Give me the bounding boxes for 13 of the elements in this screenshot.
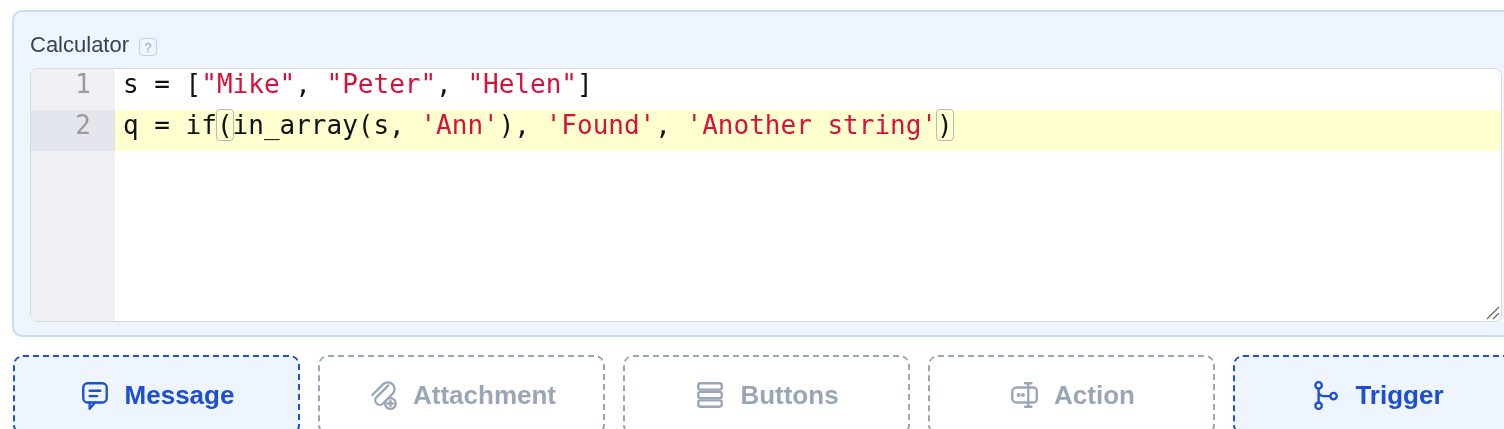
block-button[interactable]: Attachment [318, 355, 605, 429]
code-line: s = ["Mike", "Peter", "Helen"] [122, 69, 594, 101]
resize-handle-icon[interactable] [1484, 304, 1500, 320]
action-icon [1008, 379, 1041, 411]
line-number: 1 [74, 69, 92, 101]
block-button[interactable]: Trigger [1233, 355, 1504, 429]
code-editor[interactable]: 1 2 s = ["Mike", "Peter", "Helen"] q = if(in_array(s, 'Ann'), 'Found', 'Another string') [30, 68, 1502, 322]
help-badge[interactable]: ? [139, 38, 158, 56]
calculator-label: Calculator [30, 32, 130, 58]
block-button[interactable]: Action [928, 355, 1215, 429]
line-number: 2 [31, 110, 115, 151]
block-button[interactable]: Buttons [623, 355, 910, 429]
block-button[interactable]: Message [13, 355, 300, 429]
